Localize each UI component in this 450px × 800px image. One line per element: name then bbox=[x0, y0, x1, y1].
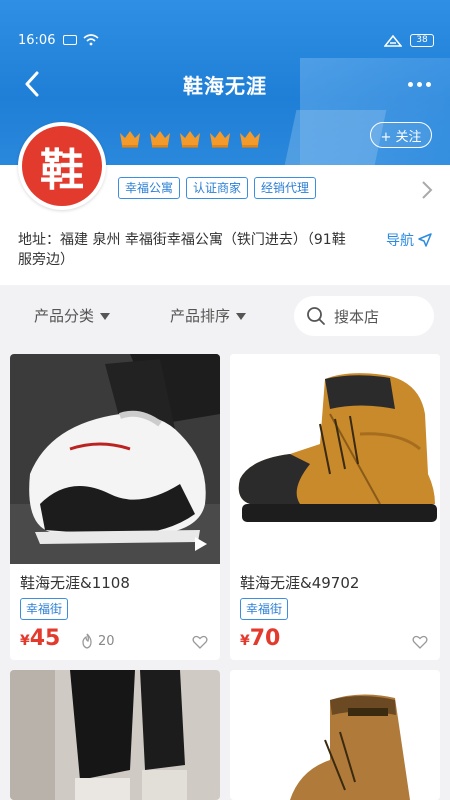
navigate-link[interactable]: 导航 bbox=[386, 230, 432, 250]
signal-icon bbox=[384, 34, 402, 47]
follow-button[interactable]: + 关注 bbox=[370, 122, 432, 148]
navigate-arrow-icon bbox=[418, 233, 432, 247]
page-title: 鞋海无涯 bbox=[183, 73, 267, 98]
product-image[interactable] bbox=[10, 354, 220, 564]
dropdown-triangle-icon bbox=[236, 312, 247, 320]
shop-avatar[interactable]: 鞋 bbox=[18, 122, 106, 210]
category-filter[interactable]: 产品分类 bbox=[34, 305, 111, 326]
shop-tag[interactable]: 认证商家 bbox=[186, 177, 249, 199]
flame-icon bbox=[82, 633, 92, 649]
status-right: 38 bbox=[384, 33, 434, 47]
nav-bar: 鞋海无涯 bbox=[0, 58, 450, 110]
status-bar: 16:06 38 bbox=[0, 0, 450, 52]
status-time: 16:06 bbox=[18, 32, 56, 48]
product-title: 鞋海无涯&1108 bbox=[20, 574, 130, 592]
product-photo-jogger bbox=[10, 670, 220, 800]
shop-rating-crowns bbox=[118, 128, 262, 148]
sort-filter[interactable]: 产品排序 bbox=[170, 305, 247, 326]
filter-bar: 产品分类 产品排序 搜本店 bbox=[0, 285, 450, 345]
avatar-char: 鞋 bbox=[40, 145, 84, 196]
price-value: 70 bbox=[249, 626, 281, 651]
product-image[interactable] bbox=[230, 354, 440, 564]
more-dot bbox=[425, 81, 431, 87]
views-count: 20 bbox=[98, 633, 115, 649]
more-dots-icon bbox=[407, 81, 413, 87]
price-currency: ¥ bbox=[20, 633, 30, 649]
more-button[interactable] bbox=[404, 70, 434, 98]
shop-tag[interactable]: 经销代理 bbox=[254, 177, 317, 199]
shop-search-input[interactable]: 搜本店 bbox=[294, 296, 434, 336]
heart-icon[interactable] bbox=[412, 634, 428, 650]
crown-icon bbox=[210, 131, 230, 148]
back-button[interactable] bbox=[16, 68, 48, 100]
search-placeholder: 搜本店 bbox=[334, 307, 380, 326]
battery-indicator: 38 bbox=[410, 33, 434, 47]
product-title: 鞋海无涯&49702 bbox=[240, 574, 360, 592]
shop-page: 16:06 38 鞋海无涯 鞋 + 关注 幸福公寓 认证商家 经销代理 地址：福… bbox=[0, 0, 450, 800]
more-dot bbox=[416, 81, 422, 87]
mail-icon bbox=[63, 35, 78, 45]
crown-icon bbox=[120, 131, 140, 148]
crown-icon bbox=[180, 131, 200, 148]
category-filter-label: 产品分类 bbox=[34, 307, 95, 325]
product-card[interactable] bbox=[230, 670, 440, 800]
wifi-icon bbox=[83, 34, 99, 46]
product-price: ¥70 bbox=[240, 626, 280, 651]
sort-filter-label: 产品排序 bbox=[170, 307, 231, 325]
product-photo-boot bbox=[230, 354, 440, 564]
dropdown-triangle-icon bbox=[100, 312, 111, 320]
product-photo-sneaker bbox=[10, 354, 220, 564]
product-tag: 幸福街 bbox=[20, 598, 69, 620]
chevron-left-icon bbox=[25, 71, 39, 97]
product-card[interactable]: 鞋海无涯&1108 幸福街 ¥45 20 bbox=[10, 354, 220, 660]
chevron-right-icon[interactable] bbox=[420, 180, 434, 200]
crown-icon bbox=[150, 131, 170, 148]
search-icon bbox=[307, 307, 325, 325]
shop-address: 地址：福建 泉州 幸福街幸福公寓（铁门进去）（91鞋服旁边） bbox=[18, 232, 346, 268]
product-price: ¥45 bbox=[20, 626, 60, 651]
product-card[interactable] bbox=[10, 670, 220, 800]
status-icons bbox=[63, 34, 99, 46]
product-views: 20 bbox=[80, 633, 115, 649]
shop-tag[interactable]: 幸福公寓 bbox=[118, 177, 181, 199]
product-card[interactable]: 鞋海无涯&49702 幸福街 ¥70 bbox=[230, 354, 440, 660]
shop-tags: 幸福公寓 认证商家 经销代理 bbox=[118, 177, 317, 199]
crown-icon bbox=[240, 131, 260, 148]
navigate-label: 导航 bbox=[386, 233, 414, 249]
product-tag: 幸福街 bbox=[240, 598, 289, 620]
heart-icon[interactable] bbox=[192, 634, 208, 650]
play-icon[interactable] bbox=[194, 536, 208, 552]
price-value: 45 bbox=[29, 626, 61, 651]
price-currency: ¥ bbox=[240, 633, 250, 649]
product-photo-boot bbox=[230, 670, 440, 800]
